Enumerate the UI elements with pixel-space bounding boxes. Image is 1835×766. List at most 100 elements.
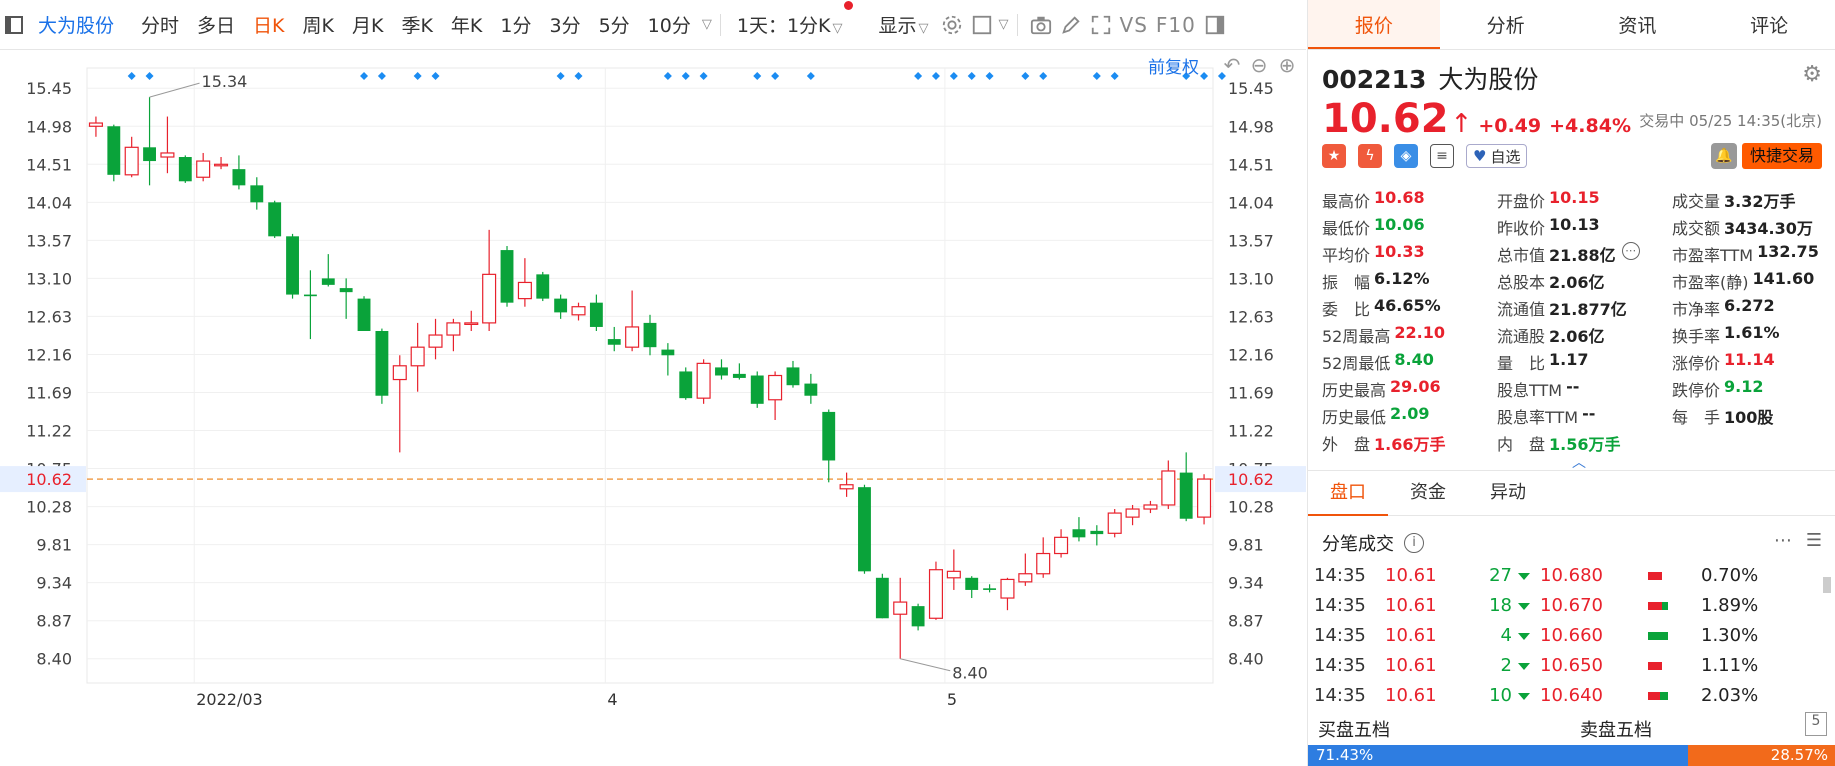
tab-analysis[interactable]: 分析 bbox=[1440, 0, 1572, 49]
period-tab-weekly-k[interactable]: 周K bbox=[294, 11, 343, 38]
quote-cell: 股息TTM -- bbox=[1497, 377, 1672, 401]
chart-toolbar: 大为股份 分时 多日 日K 周K 月K 季K 年K 1分 3分 5分 10分 ▽… bbox=[0, 0, 1306, 50]
quote-value: 10.15 bbox=[1549, 187, 1600, 207]
period-tab-10min[interactable]: 10分 bbox=[639, 11, 700, 38]
quote-value: 11.14 bbox=[1724, 349, 1775, 369]
quote-cell: 流通值 21.877亿 bbox=[1497, 296, 1672, 320]
quote-label: 历史最低 bbox=[1322, 407, 1387, 427]
period-tab-1min[interactable]: 1分 bbox=[491, 11, 540, 38]
bell-icon[interactable]: 🔔 bbox=[1711, 143, 1737, 169]
pencil-icon[interactable] bbox=[1056, 10, 1086, 40]
sidebar-toggle-icon[interactable] bbox=[0, 0, 28, 50]
add-favorite-button[interactable]: ♥ 自选 bbox=[1466, 144, 1528, 168]
candle-body-down bbox=[822, 411, 836, 461]
period-tab-monthly-k[interactable]: 月K bbox=[343, 11, 392, 38]
quote-cell: 振 幅 6.12% bbox=[1322, 269, 1497, 293]
candle-body-up bbox=[88, 122, 103, 127]
quote-label: 总股本 bbox=[1497, 272, 1546, 292]
more-periods-chevron-icon[interactable]: ▽ bbox=[702, 17, 712, 32]
zoom-out-icon[interactable]: ⊖ bbox=[1247, 53, 1271, 77]
tick-ratio-bar bbox=[1648, 602, 1668, 610]
zoom-in-icon[interactable]: ⊕ bbox=[1275, 53, 1299, 77]
kline-chart-area[interactable]: 15.45 15.45 14.98 14.98 14.51 14.51 14.04 14.04… bbox=[0, 51, 1306, 766]
quote-value: 2.09 bbox=[1390, 403, 1430, 423]
tick-scrollbar[interactable] bbox=[1823, 577, 1831, 593]
page-number[interactable]: 5 bbox=[1805, 712, 1827, 736]
stock-name-link[interactable]: 大为股份 bbox=[38, 11, 114, 38]
candle-body-down bbox=[679, 371, 693, 399]
notes-icon[interactable]: ≡ bbox=[1430, 144, 1454, 168]
subtab-movement[interactable]: 异动 bbox=[1468, 470, 1548, 516]
candle-body-down bbox=[786, 367, 800, 386]
undo-icon[interactable]: ↶ bbox=[1220, 53, 1244, 77]
period-tab-3min[interactable]: 3分 bbox=[540, 11, 589, 38]
y-tick-label-left: 9.34 bbox=[36, 574, 72, 593]
quote-cell: 市盈率TTM 132.75 bbox=[1672, 242, 1832, 266]
quick-trade-button[interactable]: 快捷交易 bbox=[1741, 143, 1822, 169]
subtab-capital[interactable]: 资金 bbox=[1388, 470, 1468, 516]
list-icon[interactable]: ☰ bbox=[1806, 530, 1822, 551]
quote-value: -- bbox=[1582, 403, 1596, 423]
quote-label: 成交额 bbox=[1672, 218, 1721, 238]
tab-comments[interactable]: 评论 bbox=[1703, 0, 1835, 49]
quote-label: 最低价 bbox=[1322, 218, 1371, 238]
y-tick-label-right: 13.57 bbox=[1228, 231, 1274, 250]
info-icon[interactable]: i bbox=[1404, 533, 1424, 553]
tick-volume: 27 bbox=[1489, 565, 1512, 586]
tab-news[interactable]: 资讯 bbox=[1572, 0, 1704, 49]
quote-label: 平均价 bbox=[1322, 245, 1371, 265]
quote-cell: 52周最高 22.10 bbox=[1322, 323, 1497, 347]
interval-select[interactable]: 1天：1分K ▽ bbox=[729, 1, 853, 38]
y-tick-label-right: 8.87 bbox=[1228, 612, 1264, 631]
fullscreen-icon[interactable] bbox=[1086, 10, 1116, 40]
candle-body-up bbox=[160, 152, 175, 158]
subtab-orderbook[interactable]: 盘口 bbox=[1308, 470, 1388, 516]
quote-label: 52周最低 bbox=[1322, 353, 1391, 373]
y-tick-label-right: 9.34 bbox=[1228, 574, 1264, 593]
price-adjust-toggle[interactable]: 前复权 bbox=[1148, 53, 1199, 78]
period-tab-multiday[interactable]: 多日 bbox=[188, 11, 244, 38]
f10-button[interactable]: F10 bbox=[1156, 13, 1196, 37]
gear-icon[interactable] bbox=[937, 10, 967, 40]
period-tab-5min[interactable]: 5分 bbox=[590, 11, 639, 38]
candle-body-down bbox=[107, 126, 121, 175]
quote-cell: 外 盘 1.66万手 bbox=[1322, 431, 1497, 455]
display-menu-label: 显示 bbox=[878, 15, 917, 37]
lightning-icon[interactable]: ϟ bbox=[1358, 144, 1382, 168]
vs-compare-button[interactable]: VS bbox=[1120, 13, 1148, 37]
camera-icon[interactable] bbox=[1026, 10, 1056, 40]
settings-gear-icon[interactable]: ⚙ bbox=[1802, 62, 1822, 87]
y-tick-label-left: 10.28 bbox=[26, 498, 72, 517]
quote-value: 6.12% bbox=[1374, 268, 1430, 288]
sell-triangle-icon bbox=[1518, 693, 1530, 700]
y-tick-label-left: 8.87 bbox=[36, 612, 72, 631]
y-tick-label-right: 15.45 bbox=[1228, 79, 1274, 98]
period-tab-yearly-k[interactable]: 年K bbox=[442, 11, 491, 38]
quote-label: 股息TTM bbox=[1497, 380, 1563, 400]
candle-body-up bbox=[428, 334, 443, 348]
tab-quote[interactable]: 报价 bbox=[1308, 0, 1440, 49]
tag-icon[interactable]: ◈ bbox=[1394, 144, 1418, 168]
candle-body-up bbox=[482, 273, 497, 324]
chevron-down-icon[interactable]: ▽ bbox=[999, 17, 1009, 32]
y-tick-label-left: 14.04 bbox=[26, 193, 72, 212]
y-tick-label-right: 12.16 bbox=[1228, 345, 1274, 364]
panel-toggle-icon[interactable] bbox=[1200, 10, 1230, 40]
more-icon[interactable]: ⋯ bbox=[1621, 241, 1640, 260]
quote-value: 132.75 bbox=[1757, 241, 1819, 261]
toolbar-divider bbox=[1016, 13, 1018, 36]
kline-chart[interactable]: 15.45 15.45 14.98 14.98 14.51 14.51 14.04 14.04… bbox=[0, 51, 1306, 766]
period-tab-timeshare[interactable]: 分时 bbox=[132, 11, 188, 38]
quote-value: 10.33 bbox=[1374, 241, 1425, 261]
quote-value: 1.56万手 bbox=[1549, 434, 1621, 454]
quote-cell: 委 比 46.65% bbox=[1322, 296, 1497, 320]
collapse-caret-icon[interactable]: ︿ bbox=[1572, 452, 1586, 472]
flag-icon[interactable]: ★ bbox=[1322, 144, 1346, 168]
more-icon[interactable]: ⋯ bbox=[1774, 530, 1792, 551]
quote-value: 9.12 bbox=[1724, 376, 1764, 396]
display-menu[interactable]: 显示 ▽ bbox=[871, 11, 937, 38]
period-tab-quarterly-k[interactable]: 季K bbox=[392, 11, 441, 38]
candle-body-up bbox=[1197, 478, 1212, 518]
period-tab-daily-k[interactable]: 日K bbox=[244, 11, 293, 38]
square-select-icon[interactable] bbox=[967, 10, 997, 40]
